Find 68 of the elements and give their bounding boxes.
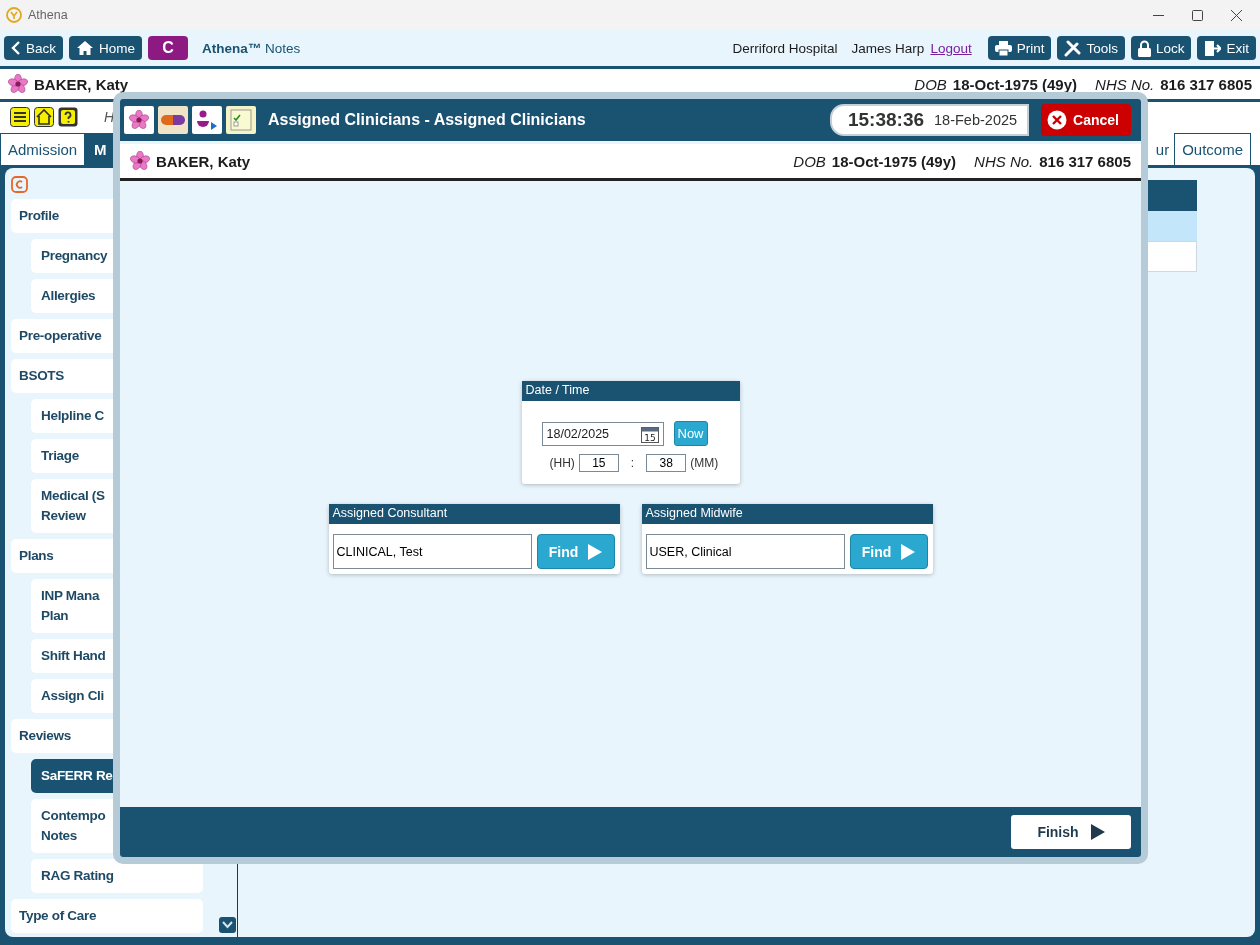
lock-button[interactable]: Lock: [1130, 36, 1192, 60]
time-separator: :: [630, 456, 635, 470]
home-button[interactable]: Home: [69, 36, 143, 60]
nhs-label: NHS No.: [974, 152, 1034, 170]
close-icon: [1047, 110, 1068, 130]
hour-label: (HH): [549, 456, 575, 470]
play-arrow-icon: [901, 543, 916, 560]
tools-button[interactable]: Tools: [1057, 36, 1125, 60]
panel-title: Assigned Consultant: [328, 504, 620, 524]
minute-field[interactable]: 38: [646, 454, 687, 472]
c-button[interactable]: C: [148, 36, 189, 60]
clock-time: 15:38:36: [848, 109, 925, 131]
clinician-field[interactable]: USER, Clinical: [645, 534, 845, 569]
minute-label: (MM): [690, 456, 719, 470]
clock-date: 18-Feb-2025: [934, 112, 1018, 128]
dob-value: 18-Oct-1975 (49y): [831, 152, 957, 170]
app-name: Athena™ Notes: [202, 40, 301, 56]
sidebar-item[interactable]: RAG Rating: [31, 859, 203, 893]
app-logo-icon: [6, 7, 22, 23]
logout-link[interactable]: Logout: [930, 40, 972, 56]
print-button[interactable]: Print: [987, 36, 1052, 60]
house-question-icon: [34, 107, 54, 127]
dob-label: DOB: [914, 75, 947, 93]
chevron-left-icon: [11, 41, 21, 55]
user-name: James Harp: [851, 40, 925, 56]
panel-title: Date / Time: [521, 381, 740, 401]
hour-field[interactable]: 15: [578, 454, 619, 472]
calendar-icon[interactable]: 15: [640, 424, 659, 443]
scroll-down-button[interactable]: [219, 917, 236, 933]
alert-list-icon: [10, 107, 30, 127]
exit-button[interactable]: Exit: [1197, 36, 1256, 60]
lock-icon: [1137, 39, 1151, 57]
printer-icon: [994, 40, 1012, 56]
nhs-value: 816 317 6805: [1039, 152, 1131, 170]
exit-icon: [1204, 39, 1222, 57]
nhs-value: 816 317 6805: [1160, 75, 1252, 93]
question-icon: [58, 107, 78, 127]
close-icon[interactable]: [1231, 9, 1242, 21]
clinician-field[interactable]: CLINICAL, Test: [332, 534, 532, 569]
tab[interactable]: Outcome: [1174, 133, 1251, 165]
nhs-label: NHS No.: [1095, 75, 1155, 93]
sidebar-item[interactable]: Type of Care: [11, 899, 203, 933]
window-title: Athena: [28, 8, 68, 22]
hospital-name: Derriford Hospital: [732, 40, 838, 56]
dob-label: DOB: [793, 152, 826, 170]
panel-title: Assigned Midwife: [641, 504, 933, 524]
tab[interactable]: Admission: [0, 133, 86, 165]
play-arrow-icon: [588, 543, 603, 560]
chevron-down-icon: [222, 921, 233, 929]
flower-icon: [8, 74, 28, 94]
home-icon: [76, 40, 94, 56]
patient-name: BAKER, Katy: [34, 75, 129, 93]
table-header: [1145, 180, 1197, 211]
dob-value: 18-Oct-1975 (49y): [952, 75, 1078, 93]
date-field[interactable]: 18/02/2025 15: [541, 421, 664, 446]
flower-drawing: [129, 110, 149, 130]
cancel-button[interactable]: Cancel: [1041, 104, 1131, 136]
c-logo-icon: [11, 176, 28, 193]
dialog-title: Assigned Clinicians - Assigned Clinicians: [268, 111, 586, 129]
flower-icon: [130, 151, 150, 171]
tab[interactable]: M: [85, 133, 116, 165]
back-button[interactable]: Back: [4, 36, 63, 60]
pill-icon[interactable]: [158, 106, 188, 134]
play-arrow-icon: [1090, 824, 1105, 840]
patient-name: BAKER, Katy: [156, 152, 251, 170]
finish-button[interactable]: Finish: [1011, 815, 1131, 849]
flower-icon[interactable]: [124, 106, 154, 134]
maximize-icon[interactable]: [1192, 9, 1203, 21]
